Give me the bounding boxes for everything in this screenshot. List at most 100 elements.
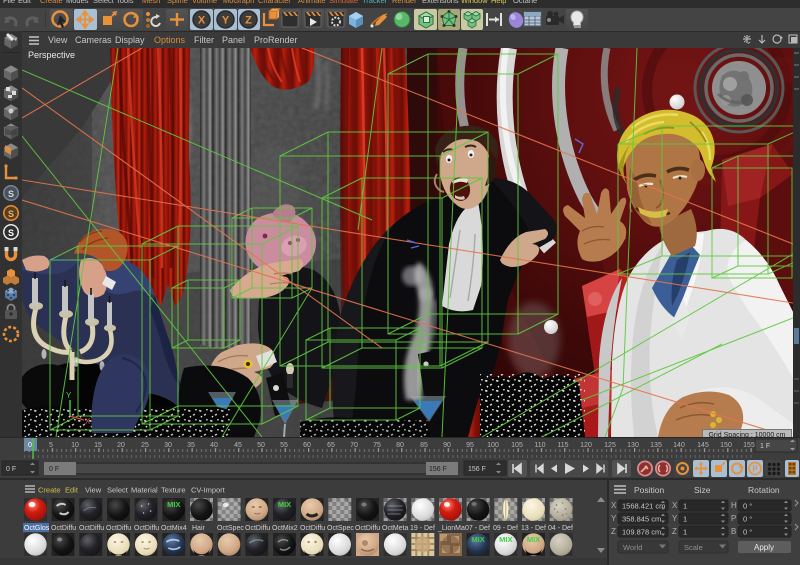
- svg-text:20: 20: [117, 442, 125, 449]
- svg-text:X: X: [198, 15, 206, 27]
- svg-text:S: S: [8, 228, 14, 238]
- svg-text:109.878 cm: 109.878 cm: [622, 528, 661, 537]
- svg-text:0: 0: [28, 442, 32, 449]
- svg-text:100: 100: [487, 442, 499, 449]
- svg-text:1 F: 1 F: [760, 443, 770, 450]
- svg-text:35: 35: [187, 442, 195, 449]
- svg-text:358.845 cm: 358.845 cm: [622, 515, 661, 524]
- svg-text:OctDiffu: OctDiffu: [355, 525, 380, 532]
- svg-text:07 - Def: 07 - Def: [465, 525, 490, 532]
- svg-text:0 °: 0 °: [743, 502, 752, 511]
- svg-text:Texture: Texture: [161, 486, 186, 495]
- svg-text:View: View: [85, 486, 102, 495]
- svg-text:04 - Def: 04 - Def: [548, 525, 573, 532]
- svg-text:1: 1: [683, 528, 687, 537]
- svg-text:World: World: [623, 543, 642, 552]
- svg-text:19 - Def: 19 - Def: [410, 525, 435, 532]
- svg-text:115: 115: [557, 442, 568, 449]
- svg-text:25: 25: [141, 442, 149, 449]
- svg-text:1568.421 cm: 1568.421 cm: [622, 502, 665, 511]
- svg-text:Rotation: Rotation: [748, 485, 780, 495]
- svg-text:Z: Z: [245, 15, 252, 27]
- svg-text:MIX: MIX: [167, 500, 180, 509]
- svg-text:0 °: 0 °: [743, 515, 752, 524]
- svg-text:60: 60: [303, 442, 311, 449]
- svg-text:Y: Y: [66, 391, 72, 400]
- svg-text:Z: Z: [611, 527, 616, 536]
- svg-text:1: 1: [683, 502, 687, 511]
- svg-text:S: S: [8, 189, 14, 199]
- svg-text:140: 140: [673, 442, 685, 449]
- svg-text:80: 80: [396, 442, 404, 449]
- svg-text:OctSpec: OctSpec: [327, 525, 354, 532]
- svg-text:Y: Y: [611, 514, 617, 523]
- svg-text:OctGlos: OctGlos: [24, 525, 50, 532]
- svg-text:70: 70: [350, 442, 358, 449]
- svg-text:Apply: Apply: [754, 543, 774, 552]
- svg-text:Material: Material: [131, 486, 158, 495]
- svg-text:MIX: MIX: [527, 535, 540, 544]
- svg-text:105: 105: [511, 442, 523, 449]
- svg-text:5: 5: [49, 442, 53, 449]
- svg-text:65: 65: [327, 442, 335, 449]
- svg-text:B: B: [731, 527, 736, 536]
- svg-text:Position: Position: [634, 485, 665, 495]
- svg-text:130: 130: [627, 442, 639, 449]
- svg-text:X: X: [85, 417, 91, 426]
- svg-text:OctDiffu: OctDiffu: [134, 525, 159, 532]
- svg-text:13 - Def: 13 - Def: [521, 525, 546, 532]
- svg-text:Select: Select: [107, 486, 129, 495]
- svg-text:P: P: [731, 514, 736, 523]
- svg-text:P: P: [752, 465, 758, 474]
- svg-text:156 F: 156 F: [429, 466, 447, 473]
- svg-text:45: 45: [234, 442, 242, 449]
- svg-text:X: X: [611, 501, 617, 510]
- svg-text:X: X: [672, 501, 678, 510]
- svg-text:OctDiffu: OctDiffu: [79, 525, 104, 532]
- svg-text:30: 30: [164, 442, 172, 449]
- svg-text:Scale: Scale: [684, 543, 703, 552]
- svg-text:OctDiffu: OctDiffu: [245, 525, 270, 532]
- svg-text:Y: Y: [222, 15, 230, 27]
- svg-text:55: 55: [280, 442, 288, 449]
- svg-text:15: 15: [94, 442, 102, 449]
- svg-text:155: 155: [743, 442, 755, 449]
- svg-text:OctMix2: OctMix2: [272, 525, 298, 532]
- svg-text:OctDiffu: OctDiffu: [51, 525, 76, 532]
- svg-text:S: S: [8, 209, 14, 219]
- svg-text:CV-Import: CV-Import: [191, 486, 226, 495]
- svg-text:85: 85: [420, 442, 428, 449]
- svg-text:135: 135: [650, 442, 662, 449]
- svg-text:90: 90: [443, 442, 451, 449]
- svg-text:145: 145: [697, 442, 709, 449]
- svg-text:OctSpec: OctSpec: [217, 525, 244, 532]
- svg-text:OctMix4: OctMix4: [161, 525, 187, 532]
- svg-text:0 °: 0 °: [743, 528, 752, 537]
- svg-text:MIX: MIX: [471, 535, 484, 544]
- svg-text:MIX: MIX: [499, 535, 512, 544]
- svg-text:H: H: [731, 501, 737, 510]
- svg-text:Edit: Edit: [65, 486, 79, 495]
- svg-text:09 - Def: 09 - Def: [493, 525, 518, 532]
- svg-text:MIX: MIX: [278, 500, 291, 509]
- svg-text:Y: Y: [672, 514, 678, 523]
- svg-text:150: 150: [720, 442, 732, 449]
- svg-text:Size: Size: [694, 485, 711, 495]
- svg-text:125: 125: [604, 442, 616, 449]
- svg-text:Hair: Hair: [192, 525, 206, 532]
- svg-text:75: 75: [373, 442, 381, 449]
- svg-text:Z: Z: [672, 527, 677, 536]
- svg-text:OctDiffu: OctDiffu: [106, 525, 131, 532]
- svg-text:0 F: 0 F: [49, 466, 59, 473]
- svg-text:95: 95: [466, 442, 474, 449]
- svg-text:0 F: 0 F: [6, 466, 16, 473]
- svg-text:156 F: 156 F: [468, 466, 486, 473]
- svg-text:1: 1: [683, 515, 687, 524]
- svg-text:10: 10: [71, 442, 79, 449]
- svg-text:Create: Create: [38, 486, 61, 495]
- svg-text:OctMeta: OctMeta: [382, 525, 409, 532]
- svg-text:120: 120: [580, 442, 592, 449]
- svg-text:OctDiffu: OctDiffu: [300, 525, 325, 532]
- svg-text:110: 110: [534, 442, 545, 449]
- svg-text:50: 50: [257, 442, 265, 449]
